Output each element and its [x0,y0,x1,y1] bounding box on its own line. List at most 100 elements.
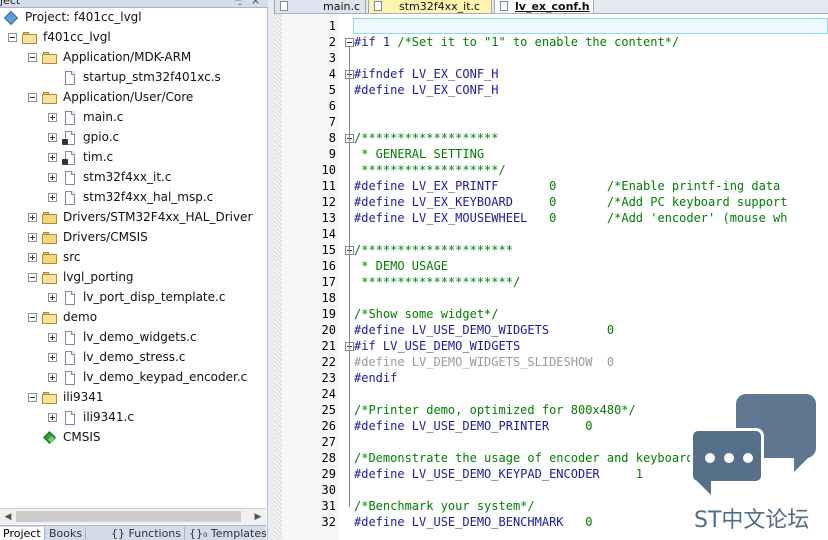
tab-stm32f4xx-it-c[interactable]: stm32f4xx_it.c [368,0,492,13]
code-token: /*Enable printf-ing data [606,179,781,193]
collapse-icon[interactable] [8,33,17,42]
expand-icon[interactable] [48,333,57,342]
tree-item[interactable]: Drivers/CMSIS [0,228,266,248]
scroll-left-icon[interactable]: ◀ [0,509,16,525]
code-line[interactable]: 18 [274,290,828,306]
file-key-icon [62,131,78,145]
tree-item[interactable]: lv_demo_keypad_encoder.c [0,368,266,388]
code-line[interactable]: 23 #endif [274,370,828,386]
tree-item-label: lv_demo_widgets.c [83,330,197,344]
collapse-icon[interactable] [28,313,37,322]
pin-icon[interactable]: −̱ [234,0,242,6]
expand-icon[interactable] [28,213,37,222]
code-token: /*Add 'encoder' (mouse wh [606,211,788,225]
code-line[interactable]: 13 #define LV_EX_MOUSEWHEEL 0 /*Add 'enco… [274,210,828,226]
code-line[interactable]: 9 * GENERAL SETTING [274,146,828,162]
line-number: 10 [321,163,336,177]
collapse-icon[interactable] [28,93,37,102]
tree-item[interactable]: lv_demo_stress.c [0,348,266,368]
code-token: #define LV_USE_DEMO_PRINTER [354,419,586,433]
collapse-icon[interactable] [28,53,37,62]
tree-item[interactable]: Application/User/Core [0,88,266,108]
expand-icon[interactable] [48,153,57,162]
tree-item-label: Application/MDK-ARM [63,50,192,64]
tree-item[interactable]: startup_stm32f401xc.s [0,68,266,88]
code-line[interactable]: 11 #define LV_EX_PRINTF 0 /*Enable printf… [274,178,828,194]
expand-icon[interactable] [48,173,57,182]
code-line[interactable]: 20 #define LV_USE_DEMO_WIDGETS 0 [274,322,828,338]
line-number: 1 [328,19,336,33]
code-token: #endif [354,371,398,385]
tree-item[interactable]: demo [0,308,266,328]
tab-templates[interactable]: {}₀ Templates [186,527,266,540]
horizontal-scrollbar[interactable]: ◀ ▶ [0,508,266,525]
code-line[interactable]: 10 *******************/ [274,162,828,178]
tree-item[interactable]: Drivers/STM32F4xx_HAL_Driver [0,208,266,228]
code-line[interactable]: 22 #define LV_DEMO_WIDGETS_SLIDESHOW 0 [274,354,828,370]
tree-item[interactable]: ili9341.c [0,408,266,428]
tree-item[interactable]: stm32f4xx_it.c [0,168,266,188]
code-line[interactable]: 3 [274,50,828,66]
tab-main-c[interactable]: main.c [274,0,366,13]
forum-watermark: ST中文论坛 [688,392,828,540]
expand-icon[interactable] [48,113,57,122]
scrollbar-thumb[interactable] [16,511,241,522]
code-line[interactable]: 4 #ifndef LV_EX_CONF_H [274,66,828,82]
code-line[interactable]: 1 [274,18,828,34]
fold-collapse-icon[interactable] [345,38,354,47]
close-icon[interactable]: × [251,0,260,7]
tree-item-label: stm32f4xx_hal_msp.c [83,190,214,204]
expand-icon[interactable] [48,413,57,422]
code-text: /*Printer demo, optimized for 800x480*/ [354,402,636,418]
scroll-right-icon[interactable]: ▶ [250,509,266,525]
code-line[interactable]: 19 /*Show some widget*/ [274,306,828,322]
c-file-icon [280,1,288,11]
tree-item[interactable]: main.c [0,108,266,128]
code-line[interactable]: 2 #if 1 /*Set it to "1" to enable the con… [274,34,828,50]
tab-project[interactable]: Project [0,527,45,540]
code-line[interactable]: 7 [274,114,828,130]
collapse-icon[interactable] [28,273,37,282]
code-text: * DEMO USAGE [354,258,448,274]
file-icon [62,191,78,205]
code-text: #define LV_EX_PRINTF 0 /*Enable printf-i… [354,178,780,194]
code-line[interactable]: 5 #define LV_EX_CONF_H [274,82,828,98]
tree-item[interactable]: stm32f4xx_hal_msp.c [0,188,266,208]
code-line[interactable]: 16 * DEMO USAGE [274,258,828,274]
tree-item-label: tim.c [83,150,114,164]
code-text: /*Benchmark your system*/ [354,498,535,514]
code-line[interactable]: 8 /******************* [274,130,828,146]
tab-books[interactable]: Books [46,527,87,540]
code-line[interactable]: 21 #if LV_USE_DEMO_WIDGETS [274,338,828,354]
code-line[interactable]: 15 /********************* [274,242,828,258]
collapse-icon[interactable] [28,393,37,402]
tree-item[interactable]: lvgl_porting [0,268,266,288]
expand-icon[interactable] [28,253,37,262]
tree-item[interactable]: gpio.c [0,128,266,148]
expand-icon[interactable] [48,193,57,202]
code-token: /*Demonstrate the usage of encoder and k… [354,451,709,465]
expand-icon[interactable] [48,133,57,142]
tree-item[interactable]: lv_demo_widgets.c [0,328,266,348]
tree-item[interactable]: tim.c [0,148,266,168]
tree-item[interactable]: Application/MDK-ARM [0,48,266,68]
tree-item[interactable]: Project: f401cc_lvgl [0,8,266,28]
tree-item[interactable]: lv_port_disp_template.c [0,288,266,308]
code-line[interactable]: 6 [274,98,828,114]
line-number: 7 [328,115,336,129]
tab-functions[interactable]: {} Functions [108,527,186,540]
code-line[interactable]: 12 #define LV_EX_KEYBOARD 0 /*Add PC keyb… [274,194,828,210]
expand-icon[interactable] [48,353,57,362]
line-number: 2 [328,35,336,49]
code-line[interactable]: 17 *********************/ [274,274,828,290]
tab-lv-ex-conf-h[interactable]: lv_ex_conf.h [494,0,594,13]
tree-item[interactable]: src [0,248,266,268]
tree-item[interactable]: CMSIS [0,428,266,448]
expand-icon[interactable] [28,233,37,242]
tree-item[interactable]: f401cc_lvgl [0,28,266,48]
expand-icon[interactable] [48,373,57,382]
tree-item[interactable]: ili9341 [0,388,266,408]
code-line[interactable]: 14 [274,226,828,242]
expand-icon[interactable] [48,293,57,302]
